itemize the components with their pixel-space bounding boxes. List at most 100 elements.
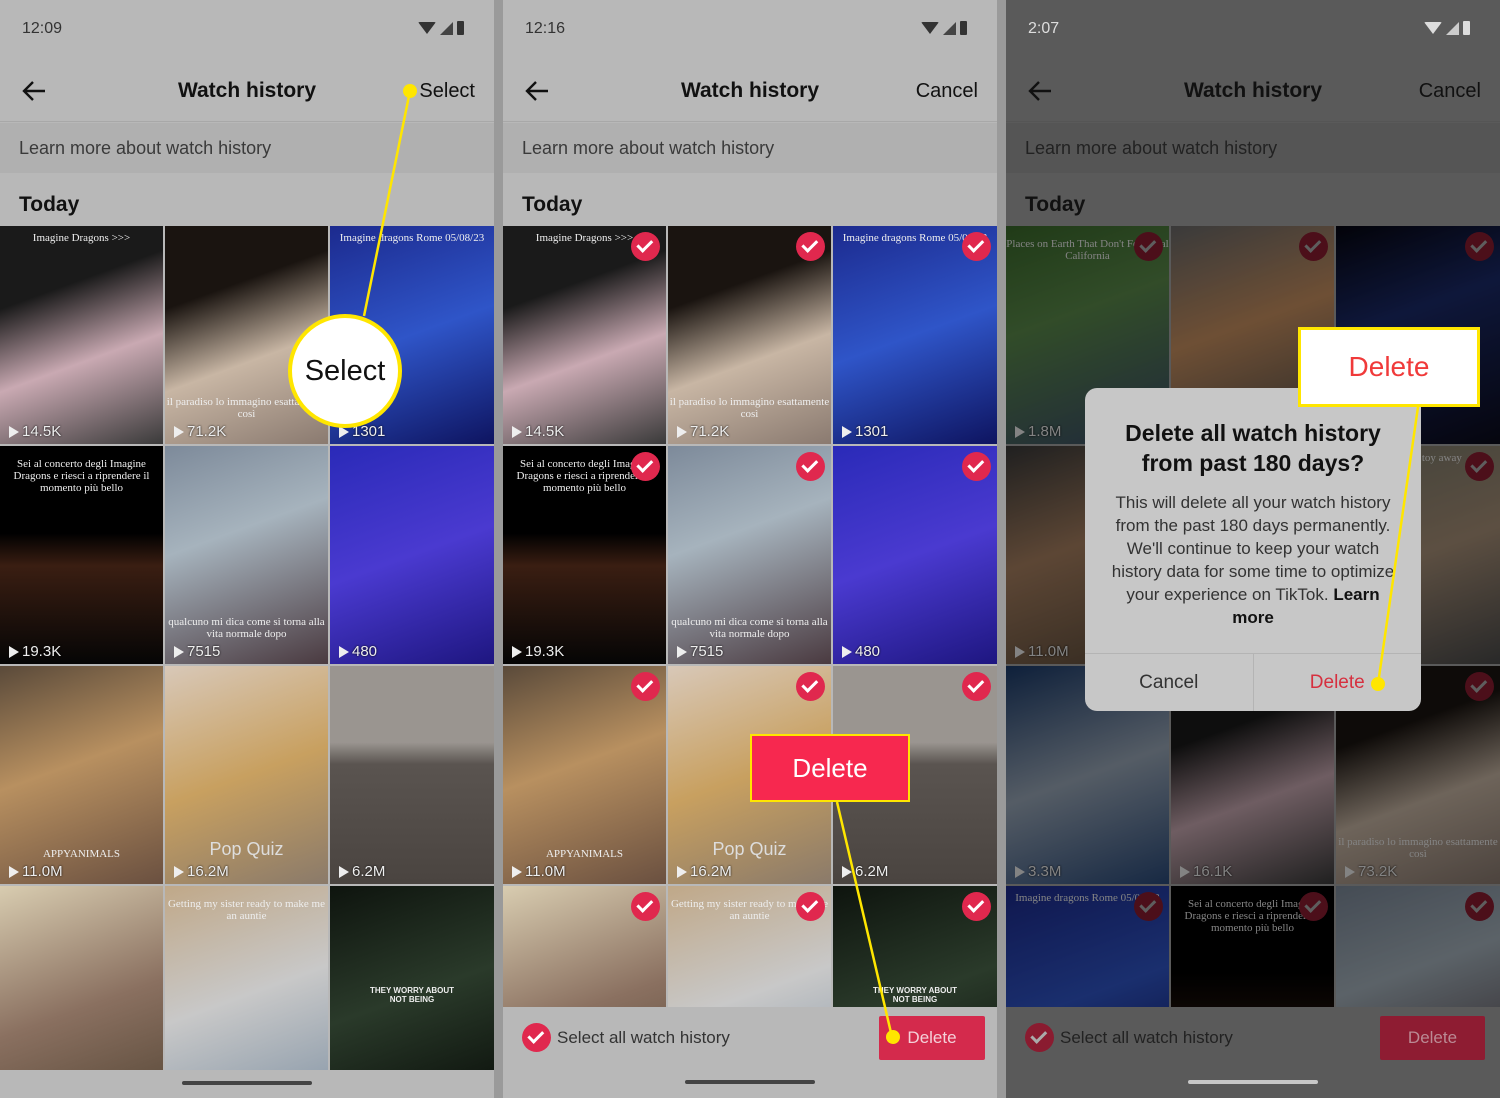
learn-more-link[interactable]: Learn more about watch history xyxy=(1006,123,1500,173)
video-thumbnail[interactable]: Imagine dragons Rome 05/08/23 1301 xyxy=(833,226,997,444)
play-icon xyxy=(677,425,687,438)
play-icon xyxy=(512,425,522,438)
view-count: 480 xyxy=(339,643,377,660)
selected-checkmark-icon[interactable] xyxy=(631,892,660,921)
video-thumbnail[interactable]: 480 xyxy=(330,446,494,664)
dialog-delete-button[interactable]: Delete xyxy=(1254,654,1422,711)
section-heading-today: Today xyxy=(1025,193,1086,216)
video-thumbnail[interactable]: Imagine Dragons >>> 14.5K xyxy=(0,226,163,444)
select-all-label: Select all watch history xyxy=(557,1027,730,1047)
view-count: 6.2M xyxy=(842,863,888,880)
wifi-icon xyxy=(418,22,436,34)
selected-checkmark-icon[interactable] xyxy=(631,452,660,481)
view-count-text: 14.5K xyxy=(22,423,62,440)
video-thumbnail[interactable]: APPYANIMALS 11.0M xyxy=(0,666,163,884)
view-count-text: 71.2K xyxy=(187,423,227,440)
selected-checkmark-icon[interactable] xyxy=(962,232,991,261)
selected-checkmark-icon[interactable] xyxy=(1134,232,1163,261)
view-count-text: 480 xyxy=(855,643,881,660)
video-thumbnail[interactable]: il paradiso lo immagino esattamente così… xyxy=(668,226,831,444)
delete-confirmation-dialog: Delete all watch history from past 180 d… xyxy=(1085,388,1421,711)
selected-checkmark-icon[interactable] xyxy=(1134,892,1163,921)
home-indicator[interactable] xyxy=(182,1081,312,1085)
selected-checkmark-icon[interactable] xyxy=(796,892,825,921)
view-count-text: 7515 xyxy=(187,643,221,660)
annotation-dot xyxy=(1371,677,1385,691)
select-all-toggle[interactable]: Select all watch history xyxy=(1025,1023,1233,1052)
selected-checkmark-icon[interactable] xyxy=(796,232,825,261)
view-count: 73.2K xyxy=(1345,863,1397,880)
video-thumbnail[interactable]: THEY WORRY ABOUT NOT BEING xyxy=(330,886,494,1098)
video-thumbnail[interactable]: Pop Quiz 16.2M xyxy=(165,666,328,884)
video-thumbnail[interactable]: qualcuno mi dica come si torna alla vita… xyxy=(668,446,831,664)
view-count: 7515 xyxy=(677,643,723,660)
view-count: 14.5K xyxy=(512,423,564,440)
selected-checkmark-icon[interactable] xyxy=(796,672,825,701)
top-bar: Watch history Cancel xyxy=(503,60,997,122)
video-thumbnail[interactable]: APPYANIMALS 11.0M xyxy=(503,666,666,884)
view-count: 1.8M xyxy=(1015,423,1061,440)
status-bar: 12:16 xyxy=(503,0,997,60)
selected-checkmark-icon[interactable] xyxy=(1465,452,1494,481)
signal-icon xyxy=(440,21,453,35)
cancel-button[interactable]: Cancel xyxy=(1419,80,1481,103)
view-count-text: 16.1K xyxy=(1193,863,1233,880)
play-icon xyxy=(842,645,852,658)
play-icon xyxy=(339,865,349,878)
dialog-body: This will delete all your watch history … xyxy=(1105,491,1401,629)
selected-checkmark-icon[interactable] xyxy=(1465,892,1494,921)
video-grid: Imagine Dragons >>> 14.5K il paradiso lo i… xyxy=(503,226,997,1098)
selected-checkmark-icon[interactable] xyxy=(1299,892,1328,921)
view-count-text: 6.2M xyxy=(855,863,889,880)
view-count: 19.3K xyxy=(512,643,564,660)
view-count: 19.3K xyxy=(9,643,61,660)
selected-checkmark-icon[interactable] xyxy=(631,232,660,261)
video-thumbnail[interactable]: Sei al concerto degli Imagine Dragons e … xyxy=(0,446,163,664)
thumbnail-caption: Pop Quiz xyxy=(712,839,787,859)
view-count: 71.2K xyxy=(677,423,729,440)
dialog-cancel-button[interactable]: Cancel xyxy=(1085,654,1254,711)
view-count-text: 6.2M xyxy=(352,863,386,880)
selected-checkmark-icon[interactable] xyxy=(962,672,991,701)
cancel-button[interactable]: Cancel xyxy=(916,80,978,103)
video-thumbnail[interactable]: Getting my sister ready to make me an au… xyxy=(165,886,328,1098)
video-thumbnail[interactable]: Imagine Dragons >>> 14.5K xyxy=(503,226,666,444)
view-count-text: 11.0M xyxy=(525,863,566,880)
selected-checkmark-icon[interactable] xyxy=(631,672,660,701)
thumbnail-caption: THEY WORRY ABOUT NOT BEING xyxy=(873,986,958,1004)
play-icon xyxy=(1345,865,1355,878)
view-count-text: 3.3M xyxy=(1028,863,1062,880)
selected-checkmark-icon[interactable] xyxy=(1465,232,1494,261)
select-button[interactable]: Select xyxy=(419,80,475,103)
phone-screen-step-1: 12:09 Watch history Select Learn more ab… xyxy=(0,0,494,1098)
view-count-text: 71.2K xyxy=(690,423,730,440)
selected-checkmark-icon[interactable] xyxy=(796,452,825,481)
thumbnail-caption: il paradiso lo immagino esattamente così xyxy=(1338,836,1498,860)
section-heading-today: Today xyxy=(522,193,583,216)
view-count: 16.2M xyxy=(677,863,732,880)
thumbnail-caption: Imagine Dragons >>> xyxy=(32,232,131,244)
view-count-text: 11.0M xyxy=(22,863,63,880)
play-icon xyxy=(842,865,852,878)
learn-more-link[interactable]: Learn more about watch history xyxy=(503,123,997,173)
thumbnail-caption: Sei al concerto degli Imagine Dragons e … xyxy=(13,458,150,494)
video-thumbnail[interactable]: qualcuno mi dica come si torna alla vita… xyxy=(165,446,328,664)
selected-checkmark-icon[interactable] xyxy=(1465,672,1494,701)
select-all-toggle[interactable]: Select all watch history xyxy=(522,1023,730,1052)
selected-checkmark-icon[interactable] xyxy=(962,892,991,921)
view-count-text: 16.2M xyxy=(187,863,229,880)
home-indicator[interactable] xyxy=(1188,1080,1318,1084)
checkmark-icon xyxy=(1025,1023,1054,1052)
learn-more-link[interactable]: Learn more about watch history xyxy=(0,123,494,173)
selected-checkmark-icon[interactable] xyxy=(962,452,991,481)
delete-button[interactable]: Delete xyxy=(1380,1016,1485,1060)
annotation-select-callout: Select xyxy=(288,314,402,428)
home-indicator[interactable] xyxy=(685,1080,815,1084)
video-thumbnail[interactable]: 480 xyxy=(833,446,997,664)
play-icon xyxy=(174,865,184,878)
signal-icon xyxy=(1446,21,1459,35)
video-thumbnail[interactable]: Sei al concerto degli Imagine Dragons e … xyxy=(503,446,666,664)
video-thumbnail[interactable]: GET OUT! xyxy=(0,886,163,1098)
video-thumbnail[interactable]: 6.2M xyxy=(330,666,494,884)
selected-checkmark-icon[interactable] xyxy=(1299,232,1328,261)
